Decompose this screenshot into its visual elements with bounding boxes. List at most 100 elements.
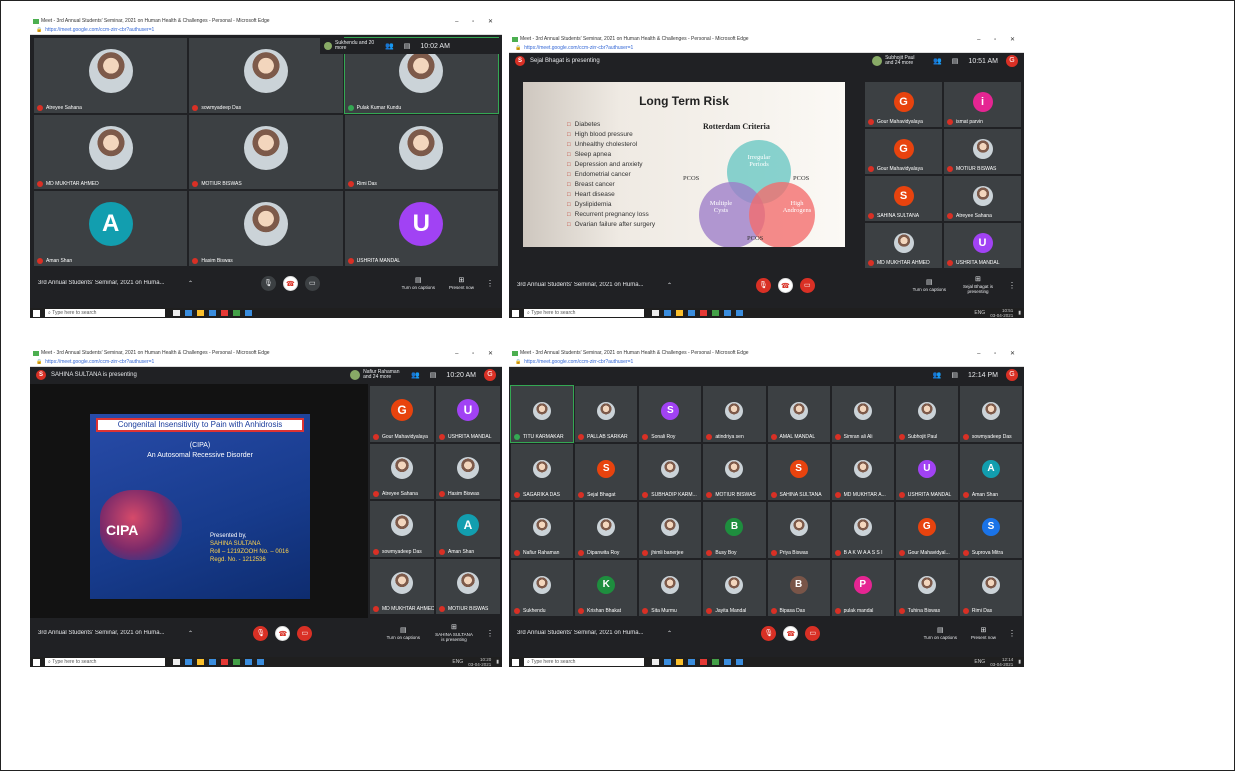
taskbar-app-icon[interactable]	[209, 659, 216, 665]
participant-tile[interactable]: Ppulak mandal	[831, 560, 894, 616]
end-call-button[interactable]: ☎	[783, 625, 799, 641]
camera-off-button[interactable]: ▭	[799, 277, 815, 293]
chat-icon[interactable]: ▤	[952, 57, 959, 65]
participant-tile[interactable]: K Krishan Bhakat	[575, 560, 638, 616]
participant-tile[interactable]: B Busy Boy	[703, 502, 766, 558]
participant-tile[interactable]: S Suprova Mitra	[959, 502, 1022, 558]
taskbar-app-icon[interactable]	[257, 659, 264, 665]
address-bar[interactable]: 🔒 https://meet.google.com/ccm-zirr-cbr?au…	[509, 44, 1024, 53]
participant-tile[interactable]: S SAHINA SULTANA	[767, 444, 830, 500]
taskbar-app-icon[interactable]	[197, 659, 204, 665]
participant-tile[interactable]: U USHRITA MANDAL	[944, 223, 1021, 268]
windows-start-icon[interactable]	[33, 309, 40, 317]
taskbar-app-icon[interactable]	[712, 310, 719, 316]
participant-tile[interactable]: Sita Murmu	[639, 560, 702, 616]
participant-tile[interactable]: A Aman Shan	[34, 191, 188, 266]
participant-tile[interactable]: atindriya sen	[703, 386, 766, 442]
camera-off-button[interactable]: ▭	[805, 625, 821, 641]
present-button[interactable]: ⊞ SAHINA SULTANA is presenting	[434, 624, 474, 642]
taskbar-app-icon[interactable]	[664, 310, 671, 316]
window-controls[interactable]: – ▫ ✕	[977, 350, 1021, 357]
taskbar-app-icon[interactable]	[676, 659, 683, 665]
participant-tile[interactable]: S Sonali Roy	[639, 386, 702, 442]
captions-button[interactable]: ▤ Turn on captions	[387, 627, 420, 640]
participant-tile[interactable]: sowmyadeep Das	[370, 501, 434, 557]
taskbar-app-icon[interactable]	[736, 659, 743, 665]
participant-tile[interactable]: G Gour Mahavidyalaya	[370, 386, 434, 442]
language-indicator[interactable]: ENG	[452, 659, 463, 665]
tray-clock[interactable]: 10:20 03-04-2021	[468, 657, 491, 667]
end-call-button[interactable]: ☎	[282, 275, 298, 291]
participant-tile[interactable]: S SAHINA SULTANA	[865, 176, 942, 221]
taskbar-search[interactable]: ⌕ Type here to search	[524, 309, 644, 317]
participant-tile[interactable]: G Gour Mahavidyalaya	[865, 82, 942, 127]
more-options-icon[interactable]: ⋮	[1008, 629, 1016, 638]
notification-icon[interactable]: ▮	[1018, 310, 1021, 316]
taskbar-app-icon[interactable]	[245, 310, 252, 316]
chat-icon[interactable]: ▤	[951, 371, 958, 379]
present-button[interactable]: ⊞ Sejal Bhagat is presenting	[960, 276, 996, 294]
taskbar-app-icon[interactable]	[173, 659, 180, 665]
participant-tile[interactable]: Hasim Biswas	[189, 191, 343, 266]
windows-start-icon[interactable]	[33, 658, 40, 666]
notification-icon[interactable]: ▮	[1018, 659, 1021, 665]
meeting-title[interactable]: 3rd Annual Students' Seminar, 2021 on Hu…	[38, 630, 188, 636]
chevron-up-icon[interactable]: ⌃	[188, 630, 193, 637]
participant-tile[interactable]: MD MUKHTAR AHMED	[865, 223, 942, 268]
chevron-up-icon[interactable]: ⌃	[188, 280, 193, 287]
taskbar-app-icon[interactable]	[688, 310, 695, 316]
participant-tile[interactable]: MD MUKHTAR AHMED	[34, 114, 188, 190]
self-avatar[interactable]: G	[1006, 369, 1018, 381]
tray-clock[interactable]: 12:14 03-04-2021	[990, 657, 1013, 667]
chat-icon[interactable]: ▤	[404, 42, 411, 50]
participant-tile[interactable]: MD MUKHTAR A...	[831, 444, 894, 500]
captions-button[interactable]: ▤ Turn on captions	[913, 279, 946, 292]
taskbar-app-icon[interactable]	[221, 310, 228, 316]
meeting-title[interactable]: 3rd Annual Students' Seminar, 2021 on Hu…	[517, 630, 667, 636]
participant-tile[interactable]: B A K W A A S S I	[831, 502, 894, 558]
taskbar-app-icon[interactable]	[664, 659, 671, 665]
language-indicator[interactable]: ENG	[974, 310, 985, 316]
taskbar-app-icon[interactable]	[233, 659, 240, 665]
taskbar-search[interactable]: ⌕ Type here to search	[524, 658, 644, 666]
participant-tile[interactable]: Rimi Das	[344, 114, 498, 190]
participant-tile[interactable]: Atreyee Sahana	[370, 443, 434, 499]
participant-tile[interactable]: Dipanwita Roy	[575, 502, 638, 558]
window-controls[interactable]: – ▫ ✕	[977, 36, 1021, 43]
taskbar-app-icon[interactable]	[173, 310, 180, 316]
end-call-button[interactable]: ☎	[275, 625, 291, 641]
people-icon[interactable]: 👥	[385, 42, 394, 50]
address-bar[interactable]: 🔒 https://meet.google.com/ccm-zirr-cbr?au…	[30, 26, 502, 35]
more-options-icon[interactable]: ⋮	[1008, 281, 1016, 290]
taskbar-app-icon[interactable]	[221, 659, 228, 665]
people-icon[interactable]: 👥	[933, 371, 942, 379]
taskbar-app-icon[interactable]	[724, 659, 731, 665]
taskbar-app-icon[interactable]	[245, 659, 252, 665]
window-controls[interactable]: – ▫ ✕	[455, 18, 499, 25]
taskbar-app-icon[interactable]	[185, 659, 192, 665]
participant-tile[interactable]: SUBHADIP KARM...	[639, 444, 702, 500]
mic-off-button[interactable]: 🎙	[755, 277, 771, 293]
people-icon[interactable]: 👥	[933, 57, 942, 65]
taskbar-app-icon[interactable]	[233, 310, 240, 316]
window-controls[interactable]: – ▫ ✕	[455, 350, 499, 357]
participant-tile[interactable]: U USHRITA MANDAL	[344, 191, 498, 266]
taskbar-app-icon[interactable]	[724, 310, 731, 316]
camera-button[interactable]: ▭	[304, 275, 320, 291]
participant-tile[interactable]: G Gour Mahavidyalaya	[865, 129, 942, 174]
participant-tile[interactable]: S Sejal Bhagat	[575, 444, 638, 500]
participant-tile[interactable]: Sukhendu	[511, 560, 574, 616]
windows-start-icon[interactable]	[512, 658, 519, 666]
participant-tile[interactable]: Tuhina Biswas	[895, 560, 958, 616]
participant-tile[interactable]: MOTIUR BISWAS	[436, 558, 500, 614]
taskbar-app-icon[interactable]	[652, 659, 659, 665]
notification-icon[interactable]: ▮	[496, 659, 499, 665]
taskbar-app-icon[interactable]	[676, 310, 683, 316]
participant-tile[interactable]: Priya Biswas	[767, 502, 830, 558]
participant-tile[interactable]: SAGARIKA DAS	[511, 444, 574, 500]
participant-tile[interactable]: MD MUKHTAR AHMED	[370, 558, 434, 614]
participant-tile[interactable]: Atreyee Sahana	[944, 176, 1021, 221]
more-options-icon[interactable]: ⋮	[486, 629, 494, 638]
participant-tile[interactable]: MOTIUR BISWAS	[189, 114, 343, 190]
participant-tile[interactable]: Atreyee Sahana	[34, 38, 188, 113]
